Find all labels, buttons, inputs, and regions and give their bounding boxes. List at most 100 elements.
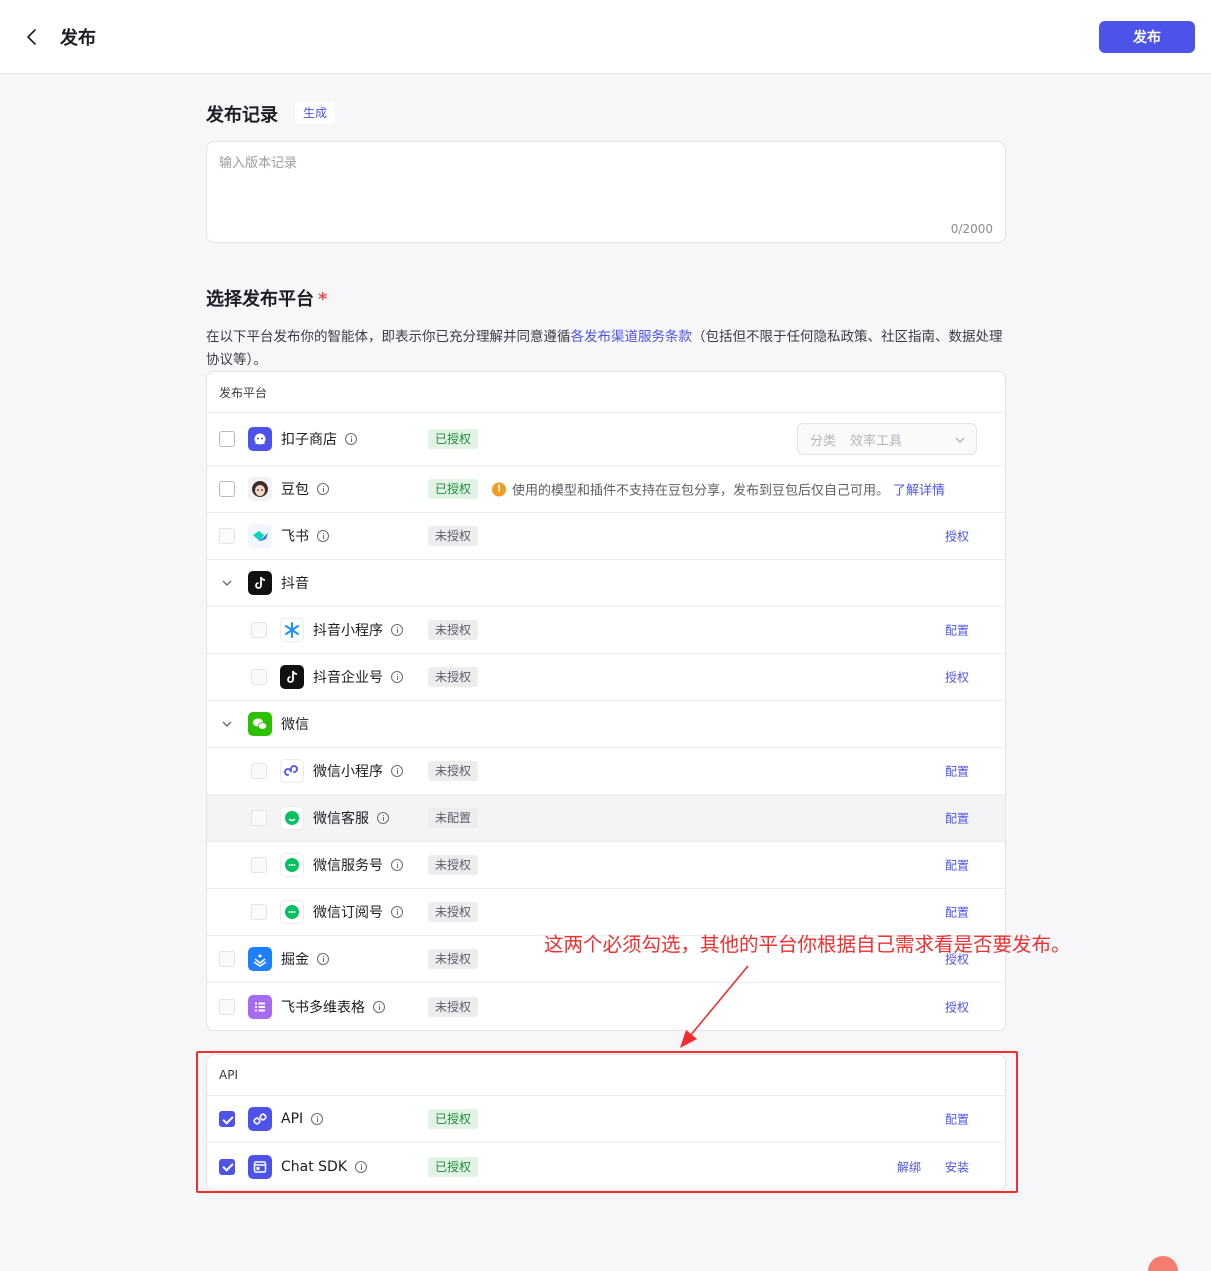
learn-more-link[interactable]: 了解详情 [893,480,945,499]
feishu-authorize-link[interactable]: 授权 [945,528,969,545]
platform-group-douyin: 抖音 [207,560,1005,607]
chat-sdk-status-badge: 已授权 [428,1156,479,1177]
record-section-title: 发布记录 [206,105,278,126]
wechat-service-config-link[interactable]: 配置 [945,857,969,874]
wechat-kf-name: 微信客服 [313,808,389,828]
info-icon[interactable] [391,906,403,918]
douyin-ent-label: 抖音企业号 [313,670,383,686]
record-input-box: 0/2000 [206,141,1006,243]
top-bar: 发布 发布 [0,0,1211,74]
wechat-sub-config-link[interactable]: 配置 [945,904,969,921]
assistant-avatar[interactable] [1148,1256,1178,1271]
platform-row-wechat-kf: 微信客服 未配置 配置 [207,795,1005,842]
chevron-down-icon[interactable] [219,716,235,732]
api-card: API API 已授权 配置 Chat SDK 已授权 解绑 安装 [206,1054,1006,1191]
back-arrow-icon[interactable] [22,26,42,48]
juejin-name: 掘金 [281,949,329,969]
feishu-checkbox[interactable] [219,528,235,544]
douyin-mini-label: 抖音小程序 [313,623,383,639]
douyin-ent-authorize-link[interactable]: 授权 [945,669,969,686]
juejin-icon [248,947,272,971]
terms-prefix: 在以下平台发布你的智能体，即表示你已充分理解并同意遵循 [206,329,571,345]
wechat-mini-status-badge: 未授权 [428,761,479,781]
version-record-input[interactable] [219,152,989,212]
wechat-service-icon [280,853,304,877]
info-icon[interactable] [345,433,357,445]
platform-row-chat-sdk: Chat SDK 已授权 解绑 安装 [207,1143,1005,1190]
info-icon[interactable] [355,1160,368,1173]
doubao-icon [248,477,272,501]
category-select[interactable]: 分类 效率工具 [797,423,977,455]
platform-row-feishu: 飞书 未授权 授权 [207,513,1005,560]
chat-sdk-install-link[interactable]: 安装 [945,1158,969,1175]
chat-sdk-unbind-link[interactable]: 解绑 [897,1158,921,1175]
category-select-value: 效率工具 [850,433,903,449]
coze-store-checkbox[interactable] [219,431,235,447]
wechat-group-name: 微信 [281,717,309,733]
terms-link[interactable]: 各发布渠道服务条款 [571,329,693,345]
wechat-kf-icon [280,806,304,830]
douyin-ent-checkbox[interactable] [251,669,267,685]
juejin-checkbox[interactable] [219,951,235,967]
info-icon[interactable] [317,530,329,542]
douyin-icon [248,571,272,595]
wechat-mini-checkbox[interactable] [251,763,267,779]
chat-sdk-label: Chat SDK [281,1158,348,1175]
douyin-mini-checkbox[interactable] [251,622,267,638]
platform-group-wechat: 微信 [207,701,1005,748]
chat-sdk-checkbox[interactable] [219,1158,235,1175]
platform-card-header: 发布平台 [207,372,1005,413]
info-icon[interactable] [311,1113,324,1125]
api-status-badge: 已授权 [428,1109,479,1129]
api-label: API [281,1111,304,1127]
coze-store-label: 扣子商店 [281,432,337,448]
platform-row-api: API 已授权 配置 [207,1096,1005,1143]
juejin-status-badge: 未授权 [428,949,479,969]
coze-store-status-badge: 已授权 [428,429,479,449]
api-config-link[interactable]: 配置 [945,1111,969,1128]
platform-row-douyin-ent: 抖音企业号 未授权 授权 [207,654,1005,701]
wechat-mini-config-link[interactable]: 配置 [945,763,969,780]
douyin-ent-status-badge: 未授权 [428,667,479,687]
required-mark: * [318,289,328,310]
douyin-group-name: 抖音 [281,576,309,592]
char-counter: 0/2000 [950,222,993,236]
info-icon[interactable] [391,624,403,636]
info-icon[interactable] [317,483,329,495]
wechat-service-label: 微信服务号 [313,858,383,874]
feishu-base-checkbox[interactable] [219,998,235,1015]
wechat-kf-label: 微信客服 [313,811,369,827]
info-icon[interactable] [391,671,403,683]
platform-row-coze-store: 扣子商店 已授权 分类 效率工具 [207,413,1005,466]
chevron-down-icon[interactable] [219,575,235,591]
info-icon[interactable] [391,859,403,871]
coze-store-icon [248,427,272,451]
annotation-text: 这两个必须勾选，其他的平台你根据自己需求看是否要发布。 [544,933,1071,956]
wechat-kf-config-link[interactable]: 配置 [945,810,969,827]
douyin-mini-icon [280,618,304,642]
generate-button[interactable]: 生成 [295,102,336,124]
platform-row-wechat-service: 微信服务号 未授权 配置 [207,842,1005,889]
info-icon[interactable] [391,765,403,777]
wechat-sub-checkbox[interactable] [251,904,267,920]
info-icon[interactable] [373,1000,385,1013]
doubao-label: 豆包 [281,482,309,498]
publish-button[interactable]: 发布 [1099,21,1195,53]
doubao-checkbox[interactable] [219,481,235,497]
feishu-base-status-badge: 未授权 [428,996,479,1017]
douyin-mini-name: 抖音小程序 [313,620,403,640]
feishu-base-authorize-link[interactable]: 授权 [945,998,969,1015]
feishu-base-name: 飞书多维表格 [281,997,385,1017]
feishu-icon [248,524,272,548]
chat-sdk-name: Chat SDK [281,1158,368,1175]
wechat-service-status-badge: 未授权 [428,855,479,875]
wechat-kf-checkbox[interactable] [251,810,267,826]
wechat-service-checkbox[interactable] [251,857,267,873]
platform-row-feishu-base: 飞书多维表格 未授权 授权 [207,983,1005,1030]
api-checkbox[interactable] [219,1111,235,1127]
douyin-mini-config-link[interactable]: 配置 [945,622,969,639]
platform-section-title: 选择发布平台 * [206,285,327,311]
feishu-status-badge: 未授权 [428,526,479,546]
info-icon[interactable] [317,953,329,965]
info-icon[interactable] [377,812,389,824]
